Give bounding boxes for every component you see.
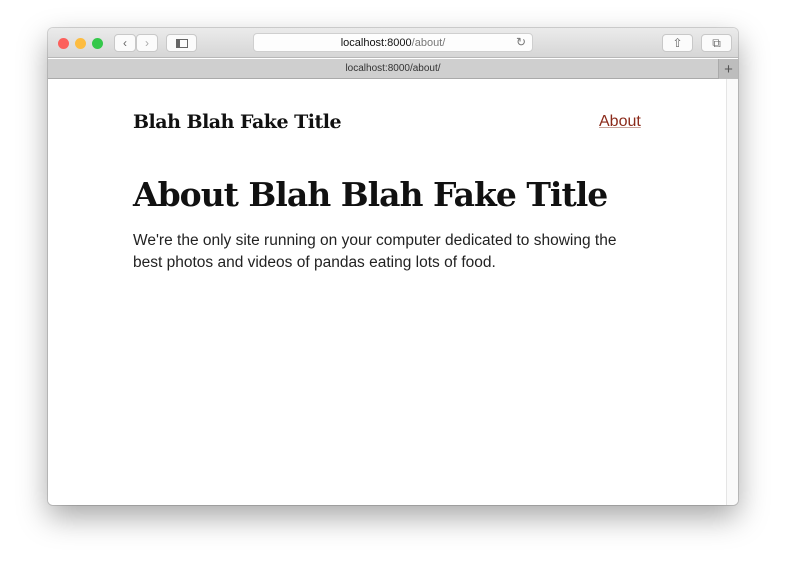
site-title[interactable]: Blah Blah Fake Title: [133, 111, 342, 133]
back-button[interactable]: ‹: [114, 34, 136, 52]
page-heading: About Blah Blah Fake Title: [133, 175, 608, 214]
address-path: /about/: [411, 36, 446, 49]
minimize-button[interactable]: [75, 38, 86, 49]
new-tab-button[interactable]: +: [718, 59, 738, 79]
share-icon: ⇧: [672, 36, 683, 50]
tabs-button[interactable]: ⧉: [701, 34, 732, 52]
toolbar: ‹ › localhost:8000/about/ ↻ ⇧ ⧉: [48, 28, 738, 58]
chevron-right-icon: ›: [145, 36, 149, 50]
page-content: Blah Blah Fake Title About About Blah Bl…: [48, 79, 726, 505]
sidebar-icon: [175, 38, 188, 48]
sidebar-button[interactable]: [166, 34, 197, 52]
about-paragraph: We're the only site running on your comp…: [133, 232, 617, 271]
scrollbar[interactable]: [726, 79, 738, 505]
address-bar[interactable]: localhost:8000/about/ ↻: [253, 33, 533, 52]
plus-icon: +: [724, 60, 733, 78]
zoom-button[interactable]: [92, 38, 103, 49]
share-button[interactable]: ⇧: [662, 34, 693, 52]
browser-window: ‹ › localhost:8000/about/ ↻ ⇧ ⧉ localhos…: [48, 28, 738, 505]
tabs-icon: ⧉: [712, 35, 721, 50]
close-button[interactable]: [58, 38, 69, 49]
tab-bar: localhost:8000/about/ +: [48, 59, 738, 79]
reload-icon[interactable]: ↻: [516, 35, 526, 49]
chevron-left-icon: ‹: [123, 36, 127, 50]
nav-about-link[interactable]: About: [599, 113, 641, 131]
tab-title[interactable]: localhost:8000/about/: [345, 63, 440, 74]
address-host: localhost:8000: [340, 36, 412, 49]
forward-button[interactable]: ›: [136, 34, 158, 52]
